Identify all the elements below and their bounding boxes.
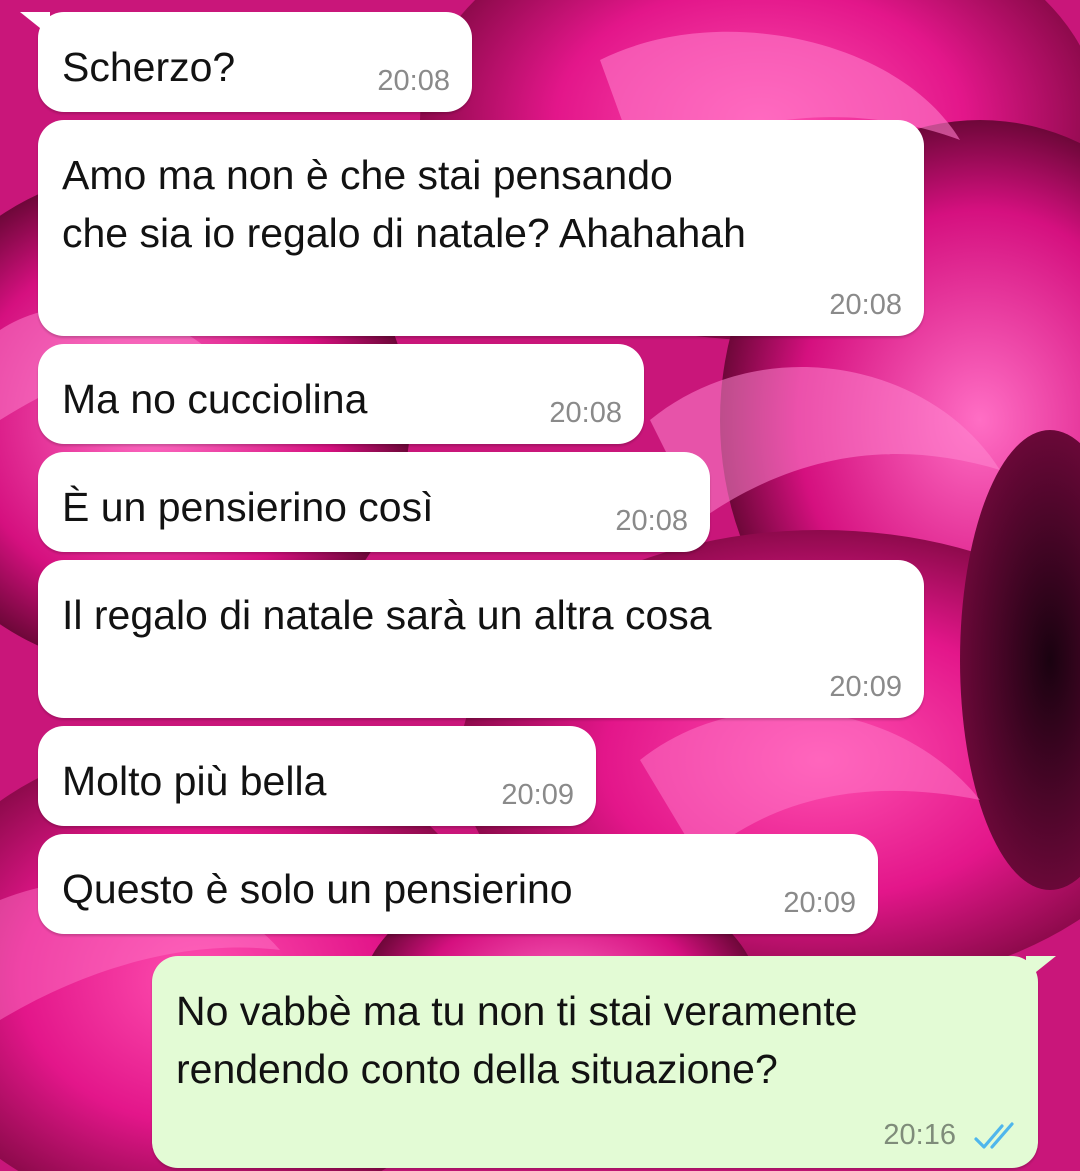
chat-view[interactable]: Scherzo? 20:08 Amo ma non è che stai pen… — [0, 0, 1080, 1171]
message-time: 20:08 — [549, 397, 622, 429]
bubble-tail — [1026, 956, 1056, 980]
message-bubble-incoming[interactable]: Questo è solo un pensierino 20:09 — [38, 834, 878, 934]
message-time: 20:09 — [829, 671, 902, 703]
message-time: 20:09 — [783, 887, 856, 919]
message-text: Il regalo di natale sarà un altra cosa — [62, 592, 712, 638]
message-bubble-incoming[interactable]: Scherzo? 20:08 — [20, 12, 472, 112]
message-text: Questo è solo un pensierino — [62, 866, 573, 912]
message-text: No vabbè ma tu non ti stai veramente ren… — [176, 988, 858, 1092]
bubble-tail — [20, 12, 50, 36]
message-time: 20:09 — [501, 779, 574, 811]
message-text: Ma no cucciolina — [62, 376, 368, 422]
message-text: Scherzo? — [62, 44, 236, 90]
message-time: 20:08 — [377, 65, 450, 97]
double-check-icon — [974, 1122, 1014, 1149]
message-bubble-incoming[interactable]: Amo ma non è che stai pensando che sia i… — [38, 120, 924, 336]
message-text: È un pensierino così — [62, 484, 434, 530]
message-bubble-incoming[interactable]: Il regalo di natale sarà un altra cosa 2… — [38, 560, 924, 718]
message-time: 20:08 — [829, 289, 902, 321]
message-bubble-outgoing[interactable]: No vabbè ma tu non ti stai veramente ren… — [152, 956, 1056, 1168]
message-text: Molto più bella — [62, 758, 327, 804]
message-time: 20:16 — [883, 1119, 956, 1151]
message-time: 20:08 — [615, 505, 688, 537]
message-bubble-incoming[interactable]: È un pensierino così 20:08 — [38, 452, 710, 552]
message-text: Amo ma non è che stai pensando che sia i… — [62, 152, 746, 256]
message-bubble-incoming[interactable]: Ma no cucciolina 20:08 — [38, 344, 644, 444]
message-bubble-incoming[interactable]: Molto più bella 20:09 — [38, 726, 596, 826]
